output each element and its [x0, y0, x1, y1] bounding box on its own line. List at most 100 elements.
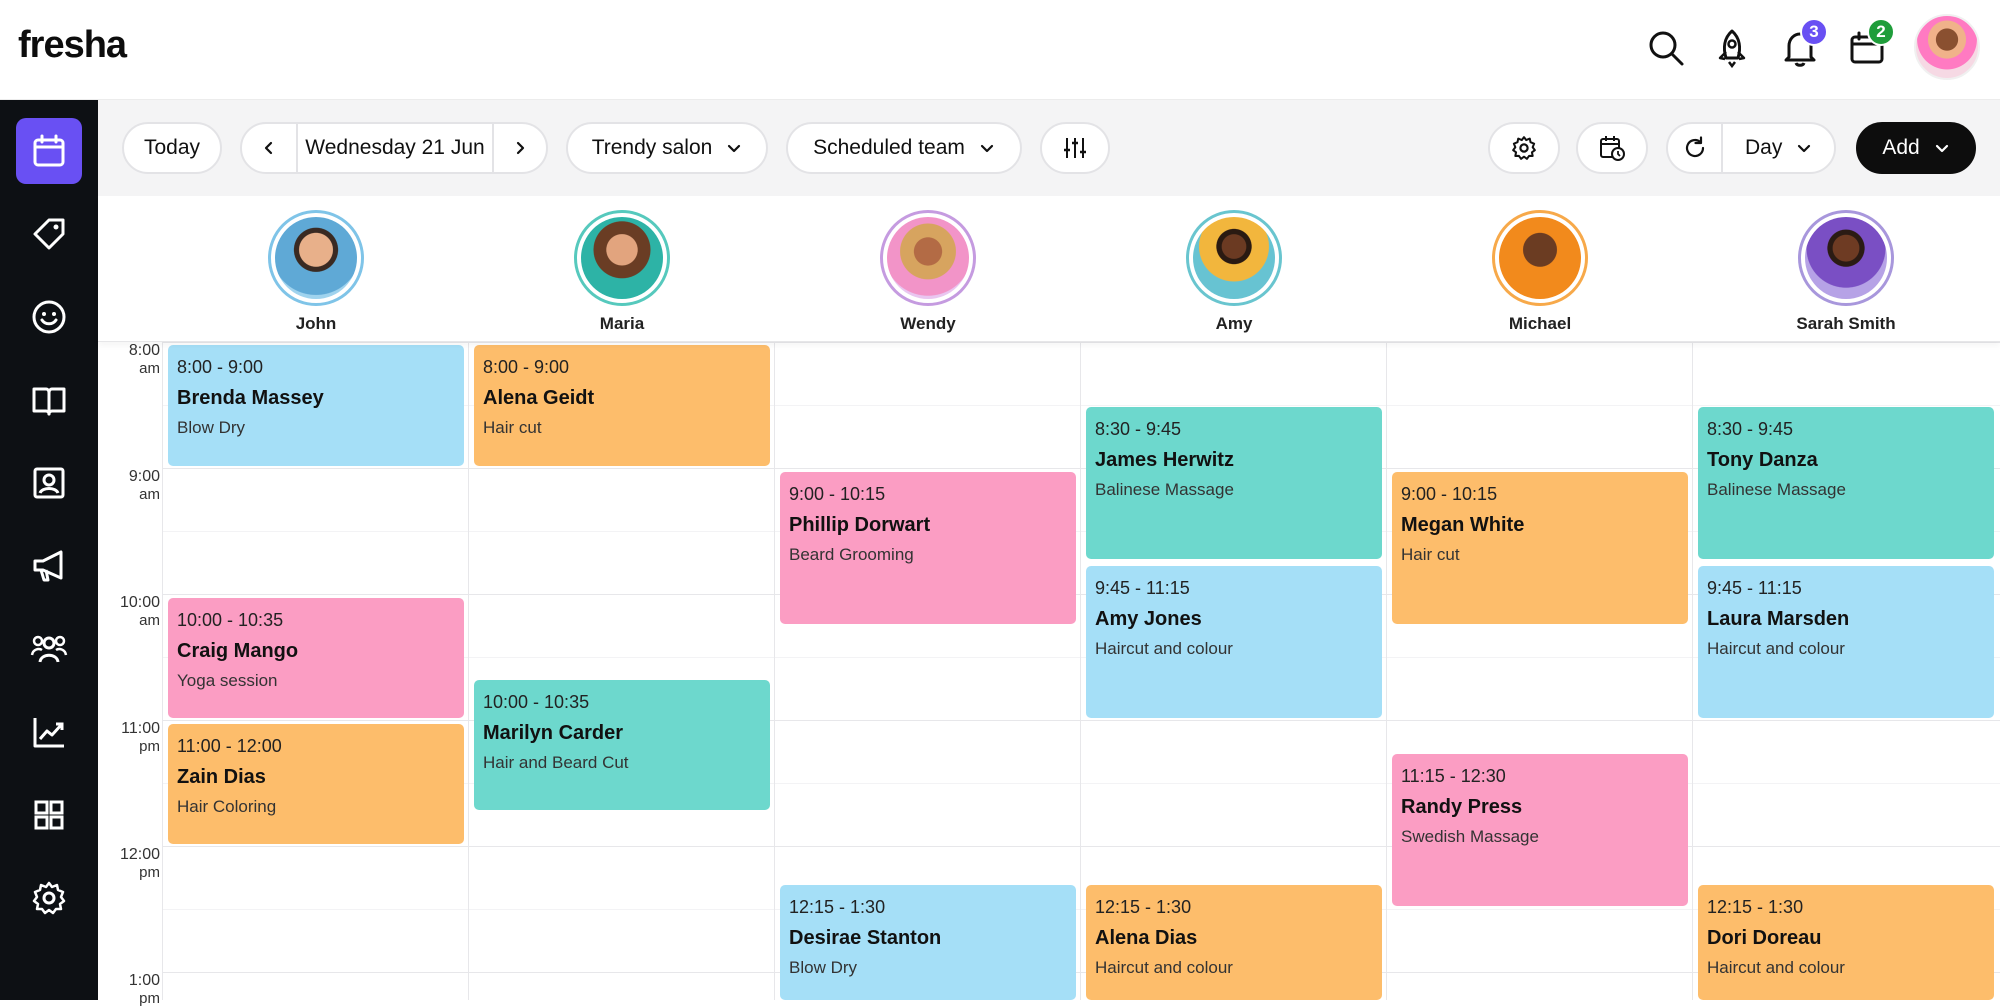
- staff-avatar: [1798, 210, 1894, 306]
- today-button[interactable]: Today: [122, 122, 222, 174]
- appointment-client: Amy Jones: [1095, 608, 1202, 630]
- appointment-time: 8:00 - 9:00: [483, 357, 570, 377]
- appointment-card[interactable]: 10:00 - 10:35 Marilyn Carder Hair and Be…: [474, 680, 770, 810]
- top-bar: fresha 3 2: [0, 0, 2000, 100]
- staff-header-row: John Maria Wendy Amy Michael Sarah Smith: [98, 196, 2000, 342]
- next-day-button[interactable]: [494, 124, 546, 172]
- fresha-logo[interactable]: fresha: [18, 24, 127, 67]
- location-label: Trendy salon: [591, 136, 713, 159]
- date-picker-button[interactable]: Wednesday 21 Jun: [298, 124, 493, 172]
- appointment-card[interactable]: 9:45 - 11:15 Laura Marsden Haircut and c…: [1698, 566, 1994, 718]
- sidebar-item-settings[interactable]: [16, 865, 82, 931]
- sidebar-item-sales[interactable]: [16, 201, 82, 267]
- appointment-service: Haircut and colour: [1095, 958, 1233, 977]
- prev-day-button[interactable]: [242, 124, 296, 172]
- notifications-count-badge: 3: [1800, 18, 1828, 46]
- staff-column-sarah-smith[interactable]: Sarah Smith: [1766, 210, 1926, 334]
- people-group-icon: [30, 635, 68, 663]
- sidebar-item-reports[interactable]: [16, 699, 82, 765]
- staff-avatar: [880, 210, 976, 306]
- contact-card-icon: [33, 467, 65, 499]
- sidebar-item-apps[interactable]: [16, 782, 82, 848]
- inbox-icon[interactable]: 2: [1841, 18, 1895, 74]
- appointment-client: Laura Marsden: [1707, 608, 1850, 630]
- refresh-icon: [1685, 136, 1704, 158]
- appointment-card[interactable]: 8:30 - 9:45 James Herwitz Balinese Massa…: [1086, 407, 1382, 559]
- add-button[interactable]: Add: [1856, 122, 1976, 174]
- sidebar-item-calendar[interactable]: [16, 118, 82, 184]
- appointment-card[interactable]: 9:00 - 10:15 Phillip Dorwart Beard Groom…: [780, 472, 1076, 624]
- appointment-client: Zain Dias: [177, 766, 266, 788]
- team-dropdown[interactable]: Scheduled team: [786, 122, 1022, 174]
- appointment-card[interactable]: 9:00 - 10:15 Megan White Hair cut: [1392, 472, 1688, 624]
- staff-column-amy[interactable]: Amy: [1154, 210, 1314, 334]
- appointment-card[interactable]: 12:15 - 1:30 Dori Doreau Haircut and col…: [1698, 885, 1994, 1000]
- staff-name: Maria: [599, 314, 645, 333]
- appointment-service: Hair Coloring: [177, 797, 277, 816]
- calendar-grid: 8:00 am 9:00 am 10:00 am 11:00 pm 12:00 pm 1:…: [98, 342, 2000, 1007]
- appointment-time: 8:30 - 9:45: [1707, 419, 1794, 439]
- search-icon[interactable]: [1640, 22, 1692, 74]
- waitlist-button[interactable]: [1576, 122, 1648, 174]
- calendar-settings-button[interactable]: [1488, 122, 1560, 174]
- refresh-button[interactable]: [1668, 124, 1721, 172]
- staff-avatar: [1492, 210, 1588, 306]
- chevron-down-icon: [1935, 144, 1948, 153]
- filters-button[interactable]: [1040, 122, 1110, 174]
- chevron-down-icon: [980, 144, 993, 153]
- appointment-card[interactable]: 8:00 - 9:00 Alena Geidt Hair cut: [474, 345, 770, 466]
- appointment-time: 12:15 - 1:30: [1095, 897, 1192, 917]
- sidebar-item-team[interactable]: [16, 450, 82, 516]
- sidebar-item-catalog[interactable]: [16, 367, 82, 433]
- time-label: 1:00 pm: [128, 972, 160, 1007]
- staff-name: Michael: [1508, 314, 1572, 333]
- appointment-client: Alena Dias: [1095, 927, 1198, 949]
- sidebar-item-marketing[interactable]: [16, 533, 82, 599]
- appointment-client: Randy Press: [1401, 796, 1523, 818]
- appointment-client: Megan White: [1401, 514, 1525, 536]
- today-label: Today: [143, 136, 201, 159]
- user-avatar[interactable]: [1914, 14, 1980, 80]
- appointment-time: 10:00 - 10:35: [483, 692, 590, 712]
- staff-column-michael[interactable]: Michael: [1460, 210, 1620, 334]
- appointment-time: 12:15 - 1:30: [1707, 897, 1804, 917]
- book-icon: [32, 387, 66, 416]
- grid-apps-icon: [34, 800, 64, 830]
- appointment-card[interactable]: 12:15 - 1:30 Alena Dias Haircut and colo…: [1086, 885, 1382, 1000]
- add-label: Add: [1882, 136, 1920, 159]
- staff-column-john[interactable]: John: [236, 210, 396, 334]
- chart-trend-icon: [33, 718, 64, 748]
- time-label: 11:00 pm: [121, 720, 160, 755]
- chevron-down-icon: [1798, 144, 1811, 153]
- view-label: Day: [1744, 136, 1783, 159]
- notifications-bell-icon[interactable]: 3: [1774, 18, 1828, 74]
- sidebar-item-groups[interactable]: [16, 616, 82, 682]
- appointment-card[interactable]: 8:00 - 9:00 Brenda Massey Blow Dry: [168, 345, 464, 466]
- view-dropdown[interactable]: Day: [1723, 124, 1834, 172]
- appointment-card[interactable]: 11:00 - 12:00 Zain Dias Hair Coloring: [168, 724, 464, 844]
- appointment-card[interactable]: 9:45 - 11:15 Amy Jones Haircut and colou…: [1086, 566, 1382, 718]
- current-date-label: Wednesday 21 Jun: [305, 136, 485, 159]
- gear-icon: [1512, 136, 1536, 160]
- calendar-icon: [33, 134, 65, 167]
- calendar-toolbar: Today Wednesday 21 Jun Trendy salon Sche…: [98, 100, 2000, 196]
- chevron-down-icon: [728, 144, 741, 153]
- sidebar-item-clients[interactable]: [16, 284, 82, 350]
- appointment-time: 10:00 - 10:35: [177, 610, 284, 630]
- staff-column-wendy[interactable]: Wendy: [848, 210, 1008, 334]
- appointment-service: Balinese Massage: [1707, 480, 1846, 499]
- appointment-service: Yoga session: [177, 671, 278, 690]
- team-label: Scheduled team: [813, 136, 965, 159]
- appointment-card[interactable]: 8:30 - 9:45 Tony Danza Balinese Massage: [1698, 407, 1994, 559]
- appointment-card[interactable]: 11:15 - 12:30 Randy Press Swedish Massag…: [1392, 754, 1688, 906]
- date-navigator: Wednesday 21 Jun: [240, 122, 548, 174]
- staff-column-maria[interactable]: Maria: [542, 210, 702, 334]
- location-dropdown[interactable]: Trendy salon: [566, 122, 768, 174]
- appointment-card[interactable]: 10:00 - 10:35 Craig Mango Yoga session: [168, 598, 464, 718]
- rocket-icon[interactable]: [1706, 22, 1758, 74]
- appointment-card[interactable]: 12:15 - 1:30 Desirae Stanton Blow Dry: [780, 885, 1076, 1000]
- time-label: 9:00 am: [128, 468, 160, 503]
- staff-avatar: [574, 210, 670, 306]
- staff-avatar: [1186, 210, 1282, 306]
- appointment-time: 12:15 - 1:30: [789, 897, 886, 917]
